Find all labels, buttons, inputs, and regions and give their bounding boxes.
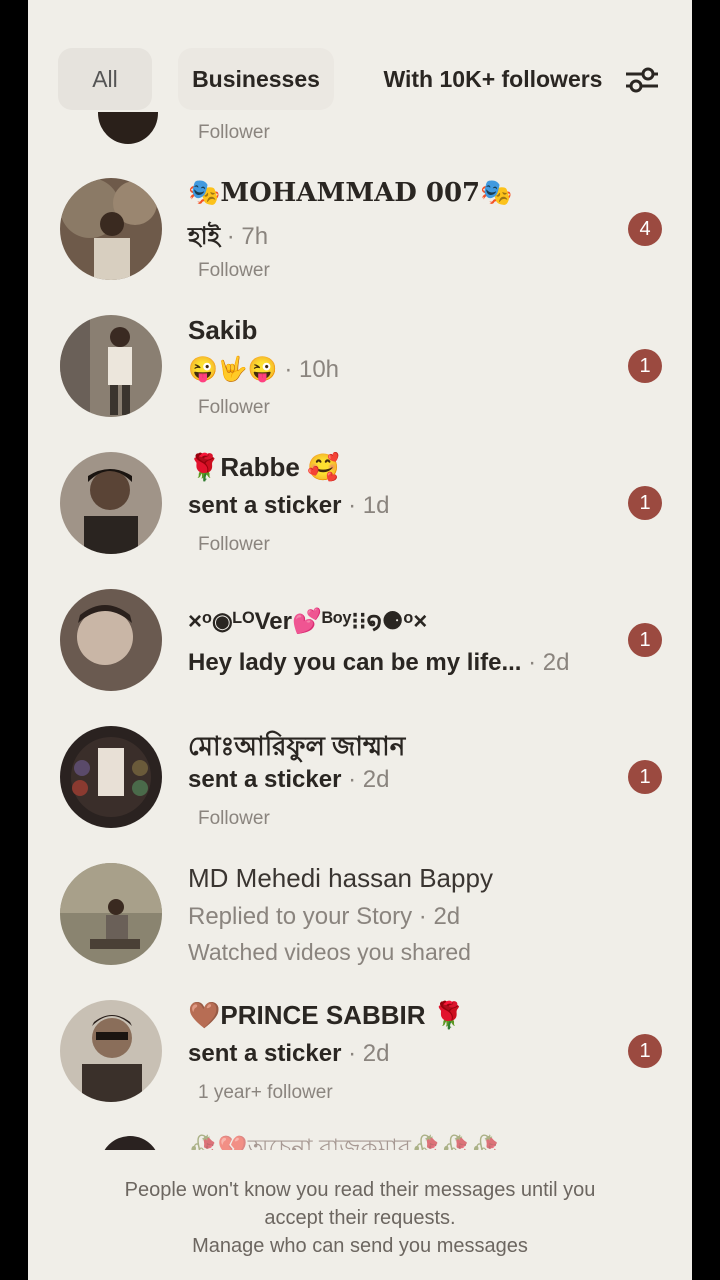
avatar [100, 1136, 160, 1150]
unread-badge: 1 [628, 349, 662, 383]
relationship-label: Follower [198, 397, 270, 418]
contact-name: Sakib [188, 315, 258, 345]
conversation-row[interactable]: 🌹Rabbe 🥰 sent a sticker · 1d Follower 1 [28, 452, 692, 588]
message-preview: sent a sticker · 2d [188, 766, 389, 794]
conversation-row[interactable]: Sakib 😜🤟😜 · 10h Follower 1 [28, 315, 692, 451]
relationship-label: Follower [198, 808, 270, 829]
conversation-row[interactable]: মোঃআরিফুল জাম্মান sent a sticker · 2d Fo… [28, 726, 692, 862]
message-time: · 2d [528, 649, 570, 676]
relationship-label: 1 year+ follower [198, 1082, 333, 1103]
contact-name: মোঃআরিফুল জাম্মান [188, 731, 406, 761]
tab-all[interactable]: All [58, 48, 152, 110]
footer-line: People won't know you read their message… [124, 1179, 596, 1201]
avatar [60, 863, 162, 965]
message-preview: 😜🤟😜 · 10h [188, 355, 339, 384]
message-text: sent a sticker [188, 766, 342, 793]
message-time: · 1d [348, 492, 390, 519]
contact-name: 🤎PRINCE SABBIR 🌹 [188, 1000, 466, 1030]
tab-businesses[interactable]: Businesses [178, 48, 334, 110]
message-text: sent a sticker [188, 492, 342, 519]
message-preview: Replied to your Story · 2d [188, 903, 461, 930]
footer-info: People won't know you read their message… [28, 1150, 692, 1280]
avatar [60, 452, 162, 554]
tab-10k-followers[interactable]: With 10K+ followers [368, 48, 618, 110]
avatar [60, 589, 162, 691]
unread-badge: 1 [628, 623, 662, 657]
contact-name: 🎭MOHAMMAD 007🎭 [188, 178, 513, 208]
unread-badge: 1 [628, 1034, 662, 1068]
footer-line: accept their requests. [264, 1207, 456, 1229]
message-time: · 2d [348, 766, 390, 793]
row-sub: Follower [198, 122, 270, 143]
message-time: · 10h [284, 356, 340, 383]
contact-name: 🌹Rabbe 🥰 [188, 452, 340, 482]
message-preview: হাই · 7h [188, 218, 268, 258]
avatar [60, 726, 162, 828]
contact-name: MD Mehedi hassan Bappy [188, 863, 493, 893]
message-text: হাই [188, 223, 221, 250]
filter-tabs: All Businesses With 10K+ followers [28, 48, 692, 110]
relationship-label: Follower [198, 260, 270, 281]
message-time: · 2d [348, 1040, 390, 1067]
conversation-row[interactable]: 🤎PRINCE SABBIR 🌹 sent a sticker · 2d 1 y… [28, 1000, 692, 1136]
message-text: 😜🤟😜 [188, 356, 278, 383]
unread-badge: 4 [628, 212, 662, 246]
message-text: sent a sticker [188, 1040, 342, 1067]
avatar [60, 315, 162, 417]
partial-contact-name: 🥀💔অচেনা রাজকুমার🥀🥀🥀 [188, 1135, 501, 1150]
message-preview: sent a sticker · 2d [188, 1040, 389, 1068]
relationship-label: Follower [198, 534, 270, 555]
conversation-list[interactable]: Follower 🎭MOHAMMAD 007🎭 হাই · 7h Followe… [28, 0, 692, 1150]
message-time: · 7h [226, 223, 269, 250]
avatar [60, 178, 162, 280]
sliders-icon[interactable] [624, 66, 660, 94]
unread-badge: 1 [628, 486, 662, 520]
conversation-row[interactable]: MD Mehedi hassan Bappy Replied to your S… [28, 863, 692, 999]
conversation-row[interactable]: 🎭MOHAMMAD 007🎭 হাই · 7h Follower 4 [28, 178, 692, 314]
avatar [60, 1000, 162, 1102]
message-preview: Hey lady you can be my life... · 2d [188, 649, 570, 677]
message-text: Hey lady you can be my life... [188, 649, 522, 676]
conversation-row[interactable]: ×ᵒ◉ᴸᴼVer💕ᴮᵒʸ⁝⁝໑⚈ᵒ× Hey lady you can be m… [28, 589, 692, 725]
contact-name: ×ᵒ◉ᴸᴼVer💕ᴮᵒʸ⁝⁝໑⚈ᵒ× [188, 608, 428, 635]
activity-label: Watched videos you shared [188, 939, 471, 965]
message-preview: sent a sticker · 1d [188, 492, 389, 520]
message-requests-screen: Follower 🎭MOHAMMAD 007🎭 হাই · 7h Followe… [28, 0, 692, 1280]
avatar [98, 112, 158, 144]
unread-badge: 1 [628, 760, 662, 794]
partial-row-top[interactable]: Follower [28, 112, 692, 152]
manage-messages-link[interactable]: Manage who can send you messages [28, 1232, 692, 1260]
